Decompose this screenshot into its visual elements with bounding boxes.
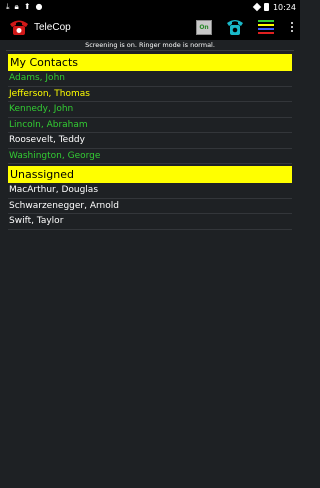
section-header: My Contacts [8,54,292,71]
upload-icon: ⬆ [23,2,31,11]
download-icon: ⤓ [6,2,10,11]
signal-icon [252,2,262,12]
system-icons: 10:24 [252,2,296,12]
contact-row[interactable]: Lincoln, Abraham [8,118,292,133]
contact-row[interactable]: MacArthur, Douglas [8,183,292,199]
notification-icons: ⤓ 🔒︎ ⬆ ● [6,3,43,11]
contact-row[interactable]: Schwarzenegger, Arnold [8,199,292,214]
screening-status-banner: Screening is on. Ringer mode is normal. [6,40,294,51]
contact-list: My Contacts Adams, John Jefferson, Thomas K… [0,54,300,230]
app-bar: TeleCop On [0,14,300,40]
overflow-menu-icon[interactable] [288,22,296,32]
status-time: 10:24 [272,2,296,12]
app-title: TeleCop [34,21,71,33]
app-notification-icon: ● [35,2,43,11]
contact-row[interactable]: Jefferson, Thomas [8,87,292,102]
battery-icon [263,3,269,11]
section-header: Unassigned [8,166,292,183]
telecop-logo-icon [8,18,30,36]
screening-toggle[interactable]: On [196,19,212,35]
contact-row[interactable]: Swift, Taylor [8,214,292,230]
menu-lines-icon[interactable] [258,20,274,34]
contact-row[interactable]: Washington, George [8,149,292,164]
phone-settings-icon[interactable] [226,18,244,36]
lock-icon: 🔒︎ [14,2,19,11]
contact-row[interactable]: Adams, John [8,71,292,87]
contact-row[interactable]: Kennedy, John [8,102,292,118]
contact-row[interactable]: Roosevelt, Teddy [8,133,292,149]
status-bar: ⤓ 🔒︎ ⬆ ● 10:24 [0,0,300,14]
